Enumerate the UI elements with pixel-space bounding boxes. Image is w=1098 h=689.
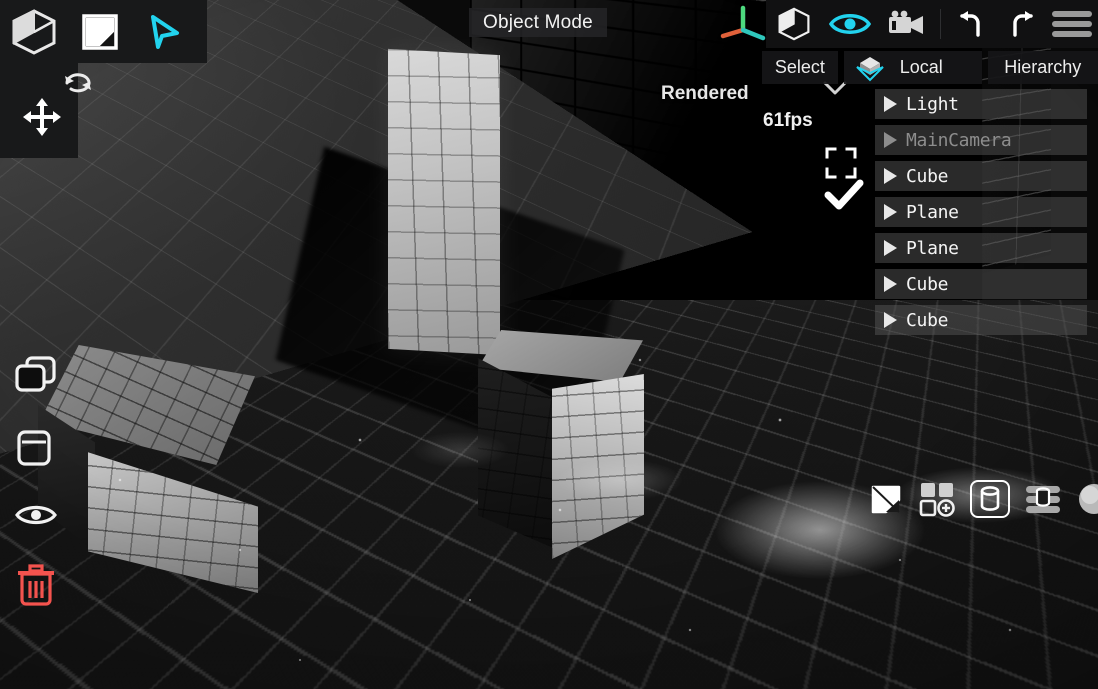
layers-icon[interactable] xyxy=(1024,482,1062,516)
hierarchy-item-label: Cube xyxy=(906,274,948,295)
expand-triangle-icon[interactable] xyxy=(884,276,897,292)
local-space-label: Local xyxy=(900,57,943,78)
hierarchy-item[interactable]: Light xyxy=(875,89,1087,119)
left-tool-column xyxy=(14,355,60,611)
move-icon[interactable] xyxy=(18,93,66,141)
frame-selection-icon[interactable] xyxy=(825,147,857,179)
hierarchy-item[interactable]: Cube xyxy=(875,269,1087,299)
pivot-cube-icon xyxy=(854,54,886,82)
top-left-subtoolbar xyxy=(0,63,78,158)
hierarchy-item-label: Cube xyxy=(906,310,948,331)
expand-triangle-icon[interactable] xyxy=(884,168,897,184)
select-button[interactable]: Select xyxy=(762,51,838,84)
add-object-icon[interactable] xyxy=(918,480,956,518)
hierarchy-item-label: Plane xyxy=(906,238,959,259)
confirm-check-icon[interactable] xyxy=(824,179,864,213)
material-ball-icon[interactable] xyxy=(1076,481,1098,517)
toolbar-divider xyxy=(940,9,941,39)
fps-counter: 61fps xyxy=(763,110,813,132)
expand-triangle-icon[interactable] xyxy=(884,240,897,256)
local-space-button[interactable]: Local xyxy=(844,51,982,84)
expand-triangle-icon[interactable] xyxy=(884,204,897,220)
undo-icon[interactable] xyxy=(947,0,996,48)
eye-icon[interactable] xyxy=(14,501,60,534)
expand-triangle-icon[interactable] xyxy=(884,312,897,328)
plane-tall-lit xyxy=(388,49,500,355)
mode-button-row: Select Local Hierarchy xyxy=(762,51,1098,84)
hierarchy-item-label: Cube xyxy=(906,166,948,187)
shading-mode-icon[interactable] xyxy=(868,481,904,517)
shading-toggle-icon[interactable] xyxy=(68,0,132,63)
object-props-icon[interactable] xyxy=(970,480,1010,518)
hierarchy-item-label: MainCamera xyxy=(906,130,1011,151)
hierarchy-item[interactable]: Plane xyxy=(875,233,1087,263)
camera-icon[interactable] xyxy=(878,0,934,48)
render-mode-label: Rendered xyxy=(661,83,749,105)
cube-left xyxy=(40,345,270,545)
bottom-right-toolbar xyxy=(868,478,1092,520)
editor-root: Rendered 61fps xyxy=(0,0,1098,689)
hierarchy-item-label: Plane xyxy=(906,202,959,223)
hierarchy-item-label: Light xyxy=(906,94,959,115)
top-right-toolbar xyxy=(766,0,1098,48)
paste-icon[interactable] xyxy=(14,428,60,473)
expand-triangle-icon[interactable] xyxy=(884,132,897,148)
top-left-toolbar xyxy=(0,0,207,63)
object-cube-icon[interactable] xyxy=(0,0,68,63)
menu-icon[interactable] xyxy=(1045,0,1098,48)
expand-triangle-icon[interactable] xyxy=(884,96,897,112)
trash-icon[interactable] xyxy=(14,562,60,611)
hierarchy-item[interactable]: Plane xyxy=(875,197,1087,227)
play-icon[interactable] xyxy=(132,0,196,63)
hierarchy-button[interactable]: Hierarchy xyxy=(988,51,1098,84)
mode-label[interactable]: Object Mode xyxy=(469,8,607,37)
hierarchy-item[interactable]: Cube xyxy=(875,305,1087,335)
hierarchy-item[interactable]: MainCamera xyxy=(875,125,1087,155)
cube-center xyxy=(478,330,653,555)
object-cube-icon[interactable] xyxy=(766,0,822,48)
duplicate-icon[interactable] xyxy=(14,355,60,400)
hierarchy-panel: Light MainCamera Cube Plane Plane Cube C… xyxy=(875,89,1087,341)
redo-icon[interactable] xyxy=(996,0,1045,48)
eye-icon[interactable] xyxy=(822,0,878,48)
hierarchy-item[interactable]: Cube xyxy=(875,161,1087,191)
